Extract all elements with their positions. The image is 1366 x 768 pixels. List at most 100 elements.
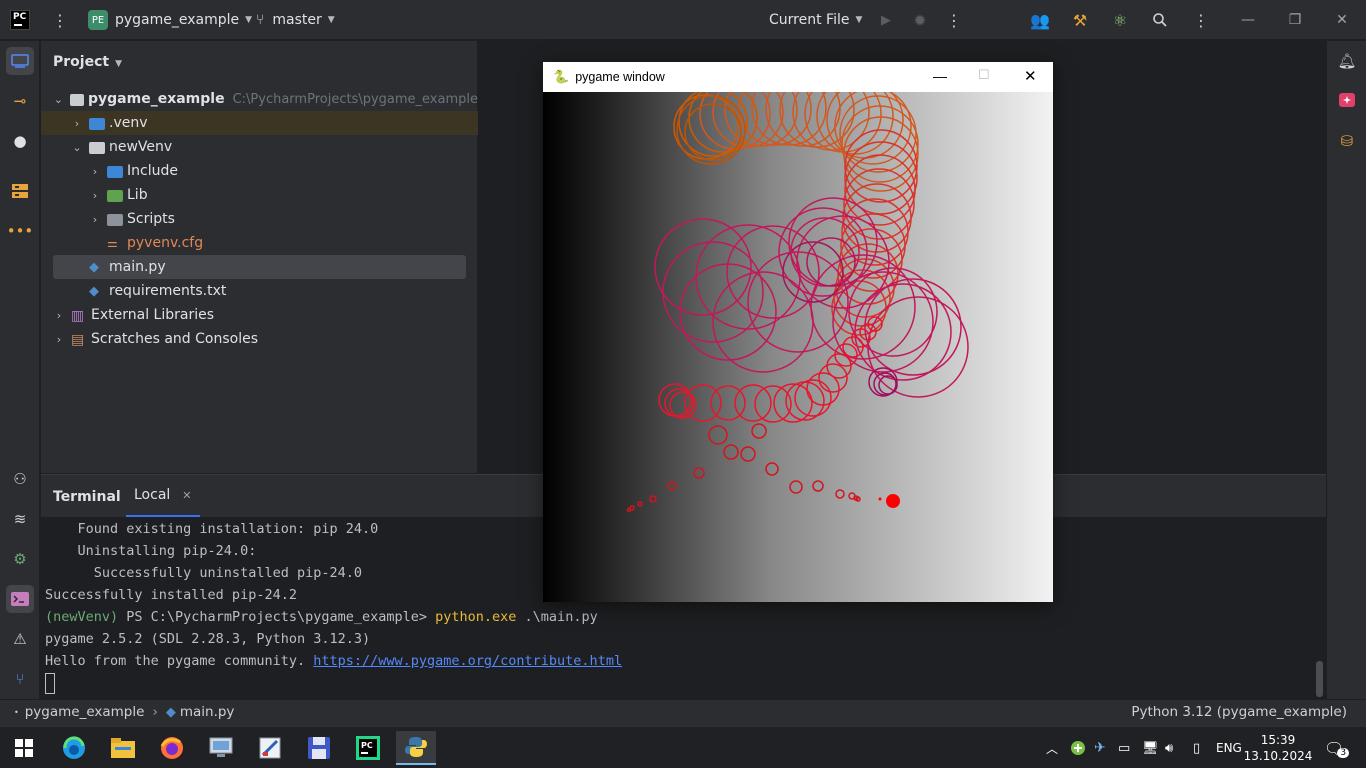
tree-item-label: pygame_example [88,91,225,107]
terminal-tool-icon[interactable] [6,585,34,613]
pygame-canvas[interactable] [543,92,1053,602]
file-explorer-icon[interactable] [103,731,143,765]
run-config-selector[interactable]: Current File ▼ [769,0,862,40]
pygame-taskbar-icon[interactable] [396,731,436,765]
tree-item-label: Lib [127,187,148,203]
services-gear-icon[interactable]: ⚙ [6,545,34,573]
hello-text: Hello from the pygame community. [45,653,314,669]
control-panel-icon[interactable] [201,731,241,765]
collapsed-arrow-icon[interactable]: › [53,309,65,322]
notifications-bell-icon[interactable]: 🔔︎ [1333,47,1361,75]
tree-item-scripts[interactable]: › Scripts [41,207,478,231]
tree-item-label: Include [127,163,178,179]
start-button[interactable] [4,731,44,765]
minimize-icon[interactable]: — [1236,8,1260,32]
project-tool-icon[interactable] [6,47,34,75]
structure-icon[interactable] [6,177,34,205]
main-menu-icon[interactable]: ⋮ [48,8,72,32]
terminal-cursor[interactable] [45,673,55,694]
requirements-file-icon: ◆ [89,284,99,299]
python-interpreter[interactable]: Python 3.12 (pygame_example) [1131,704,1347,720]
restore-icon[interactable]: ❐ [1283,8,1307,32]
project-panel-title[interactable]: Project ▼ [53,54,122,70]
volume-icon[interactable]: 🔊︎ [1165,727,1173,768]
tree-item-main-py[interactable]: ◆ main.py [53,255,466,279]
build-tools-icon[interactable]: ⚒ [1068,8,1092,32]
pygame-title-bar[interactable]: 🐍 pygame window — ☐ ✕ [543,62,1053,92]
branch-selector[interactable]: ⑂ master ▼ [256,0,335,40]
terminal-line: Successfully uninstalled pip-24.0 [45,565,362,581]
settings-menu-icon[interactable]: ⋮ [1189,8,1213,32]
ai-chat-icon[interactable] [1333,87,1361,115]
network-icon[interactable]: 🖥︎ [1142,727,1159,768]
tree-item-scratches[interactable]: › ▤ Scratches and Consoles [41,327,478,351]
breadcrumb-project[interactable]: pygame_example [25,704,145,720]
ai-assistant-icon[interactable]: ⚛ [1108,8,1132,32]
debug-icon[interactable]: ✹ [908,8,932,32]
more-tools-icon[interactable]: ••• [6,217,34,245]
chevron-right-icon: › [152,704,158,720]
library-folder-icon [107,190,123,202]
save-disk-icon[interactable] [299,731,339,765]
tree-item-requirements[interactable]: ◆ requirements.txt [41,279,478,303]
collapsed-arrow-icon[interactable]: › [89,165,101,178]
tab-local[interactable]: Local ✕ [126,475,200,517]
collapsed-arrow-icon[interactable]: › [89,189,101,202]
layers-icon[interactable]: ≋ [6,505,34,533]
maximize-icon[interactable]: ☐ [978,67,990,83]
close-icon[interactable]: ✕ [1330,8,1354,32]
code-with-me-icon[interactable]: 👥 [1028,8,1052,32]
include-folder-icon [107,166,123,178]
collapsed-arrow-icon[interactable]: › [89,213,101,226]
pycharm-taskbar-icon[interactable]: PC [348,731,388,765]
pygame-window: 🐍 pygame window — ☐ ✕ [543,62,1053,602]
tree-item-newvenv[interactable]: ⌄ newVenv [41,135,478,159]
clock[interactable]: 15:39 13.10.2024 [1244,727,1313,768]
telegram-tray-icon[interactable]: ✈ [1094,727,1106,768]
minimize-icon[interactable]: — [933,68,947,84]
expanded-arrow-icon[interactable]: ⌄ [53,93,64,106]
close-tab-icon[interactable]: ✕ [182,489,191,502]
tree-item-pyvenv-cfg[interactable]: ⚌ pyvenv.cfg [41,231,478,255]
trail-dot [878,497,882,501]
search-icon[interactable] [1148,8,1172,32]
keyboard-icon[interactable]: ▯ [1193,727,1200,768]
terminal-scrollbar[interactable] [1316,661,1323,697]
problems-icon[interactable]: ⚠ [6,625,34,653]
database-icon[interactable]: ⛁ [1333,127,1361,155]
edge-browser-icon[interactable] [54,731,94,765]
clock-time: 15:39 [1260,733,1296,747]
chevron-down-icon: ▼ [245,15,253,25]
language-indicator[interactable]: ENG [1216,727,1242,768]
tray-app-icon[interactable] [1070,727,1086,768]
contribute-link[interactable]: https://www.pygame.org/contribute.html [313,653,622,669]
tree-item-root[interactable]: ⌄ pygame_example C:\PycharmProjects\pyga… [41,87,478,111]
tree-item-include[interactable]: › Include [41,159,478,183]
version-control-icon[interactable]: ⑂ [6,665,34,693]
expanded-arrow-icon[interactable]: ⌄ [71,141,83,154]
tree-item-lib[interactable]: › Lib [41,183,478,207]
breadcrumb-file[interactable]: main.py [180,704,235,720]
left-tool-strip: ⊸ ● ••• ⚇ ≋ ⚙ ⚠ ⑂ [0,41,40,699]
collapsed-arrow-icon[interactable]: › [71,117,83,130]
collapsed-arrow-icon[interactable]: › [53,333,65,346]
python-packages-icon[interactable]: ⚇ [6,465,34,493]
run-icon[interactable]: ▶ [874,8,898,32]
tree-item-label: .venv [109,115,148,131]
tree-item-external-libraries[interactable]: › ▥ External Libraries [41,303,478,327]
active-ball [886,494,900,508]
show-hidden-icons[interactable]: ︿ [1046,727,1058,768]
terminal-title: Terminal [53,489,121,505]
terminal-line: Successfully installed pip-24.2 [45,587,297,603]
github-icon[interactable]: ● [6,127,34,155]
firefox-icon[interactable] [152,731,192,765]
more-actions-icon[interactable]: ⋮ [942,8,966,32]
notification-center[interactable]: 🗨︎ 3 [1324,727,1356,768]
tree-item-label: External Libraries [91,307,214,323]
tree-item-venv[interactable]: › .venv [41,111,478,135]
commit-icon[interactable]: ⊸ [6,87,34,115]
paint-app-icon[interactable] [250,731,290,765]
close-icon[interactable]: ✕ [1024,67,1037,85]
battery-icon[interactable]: ▭ [1118,727,1130,768]
project-selector[interactable]: PE pygame_example ▼ [88,0,252,40]
